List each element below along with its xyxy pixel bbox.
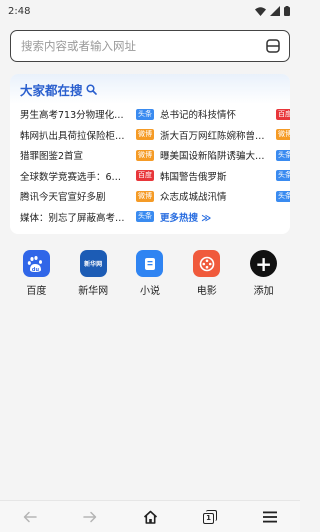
shortcut-add[interactable]: + 添加: [239, 250, 289, 297]
shortcut-label: 添加: [253, 286, 274, 297]
shortcut-label: 新华网: [78, 286, 109, 297]
hot-search-item[interactable]: 总书记的科技情怀 百度: [160, 104, 290, 125]
hot-search-text: 浙大百万网红陈婉称曾…: [160, 130, 265, 142]
hot-search-text: 全球数学竞赛选手：6…: [20, 171, 122, 183]
tabs-icon: 1: [203, 509, 217, 524]
baidu-icon: du: [22, 250, 50, 277]
hot-search-title: 大家都在搜: [20, 82, 83, 98]
hot-search-text: 韩国警告俄罗斯: [160, 171, 227, 183]
source-badge: 微博: [276, 129, 290, 141]
source-badge: 百度: [276, 108, 290, 120]
forward-button[interactable]: [75, 502, 105, 532]
shortcut-baidu[interactable]: du 百度: [11, 250, 61, 297]
source-badge: 头条: [136, 211, 154, 223]
source-badge: 微博: [136, 149, 154, 161]
forward-icon: [83, 511, 97, 522]
source-badge: 头条: [276, 170, 290, 182]
hot-search-text: 众志成城战汛情: [160, 192, 227, 204]
status-time: 2:48: [8, 5, 31, 17]
shortcut-label: 百度: [26, 286, 47, 297]
hot-search-item[interactable]: 韩国警告俄罗斯 头条: [160, 166, 290, 187]
hot-search-item[interactable]: 男生高考713分物理化… 头条: [20, 104, 160, 125]
more-hot-search-link[interactable]: 更多热搜 ≫: [160, 207, 290, 228]
source-badge: 头条: [136, 108, 154, 120]
hot-search-item[interactable]: 众志成城战汛情 头条: [160, 186, 290, 207]
source-badge: 百度: [136, 170, 154, 182]
xinhua-icon: 新华网: [79, 250, 107, 277]
shortcut-film[interactable]: 电影: [182, 250, 232, 297]
hot-search-item[interactable]: 腾讯今天官宣好多剧 微博: [20, 186, 160, 207]
add-icon: +: [250, 250, 278, 277]
hot-search-header: 大家都在搜: [10, 74, 290, 104]
status-bar: 2:48: [0, 0, 300, 22]
search-box[interactable]: [10, 30, 290, 62]
menu-icon: [263, 511, 277, 522]
hot-search-text: 曝美国设新陷阱诱骗大…: [160, 151, 265, 163]
hot-search-item[interactable]: 猎罪图鉴2首宣 微博: [20, 145, 160, 166]
hot-search-item[interactable]: 韩网扒出具荷拉保险柜… 微博: [20, 125, 160, 146]
hot-search-list: 男生高考713分物理化… 头条 总书记的科技情怀 百度 韩网扒出具荷拉保险柜… …: [10, 104, 290, 227]
back-button[interactable]: [15, 502, 45, 532]
wifi-icon: [255, 6, 266, 16]
hot-search-text: 韩网扒出具荷拉保险柜…: [20, 130, 125, 142]
hot-search-text: 腾讯今天官宣好多剧: [20, 192, 106, 204]
battery-icon: [284, 6, 290, 16]
tabs-button[interactable]: 1: [195, 502, 225, 532]
shortcut-label: 电影: [196, 286, 217, 297]
more-hot-search-label: 更多热搜 ≫: [160, 212, 212, 224]
bottom-nav: 1: [0, 500, 300, 532]
search-input[interactable]: [21, 39, 265, 53]
film-icon: [193, 250, 221, 277]
add-glyph: +: [255, 251, 272, 276]
search-icon: [85, 83, 97, 95]
hot-search-item[interactable]: 曝美国设新陷阱诱骗大… 头条: [160, 145, 290, 166]
hot-search-card: 大家都在搜 男生高考713分物理化… 头条 总书记的科技情怀 百度 韩网扒出具荷…: [10, 74, 290, 234]
hot-search-text: 男生高考713分物理化…: [20, 110, 124, 122]
xinhua-glyph: 新华网: [84, 261, 103, 268]
hot-search-item[interactable]: 浙大百万网红陈婉称曾… 微博: [160, 125, 290, 146]
signal-icon: [270, 6, 280, 16]
shortcut-xinhua[interactable]: 新华网 新华网: [68, 250, 118, 297]
home-button[interactable]: [135, 502, 165, 532]
hot-search-text: 媒体：别忘了屏蔽高考…: [20, 212, 125, 224]
home-icon: [143, 510, 157, 524]
novel-icon: [136, 250, 164, 277]
source-badge: 微博: [136, 190, 154, 202]
source-badge: 头条: [276, 190, 290, 202]
hot-search-item[interactable]: 全球数学竞赛选手：6… 百度: [20, 166, 160, 187]
menu-button[interactable]: [255, 502, 285, 532]
source-badge: 头条: [276, 149, 290, 161]
source-badge: 微博: [136, 129, 154, 141]
back-icon: [23, 511, 37, 522]
scan-icon[interactable]: [265, 38, 281, 54]
hot-search-item[interactable]: 媒体：别忘了屏蔽高考… 头条: [20, 207, 160, 228]
shortcut-grid: du 百度 新华网 新华网 小说 电影 + 添加: [0, 250, 300, 297]
shortcut-label: 小说: [139, 286, 160, 297]
tab-count: 1: [203, 512, 214, 524]
hot-search-text: 总书记的科技情怀: [160, 110, 237, 122]
shortcut-novel[interactable]: 小说: [125, 250, 175, 297]
status-icons: [255, 6, 290, 16]
hot-search-text: 猎罪图鉴2首宣: [20, 151, 84, 163]
svg-text:du: du: [32, 266, 40, 272]
